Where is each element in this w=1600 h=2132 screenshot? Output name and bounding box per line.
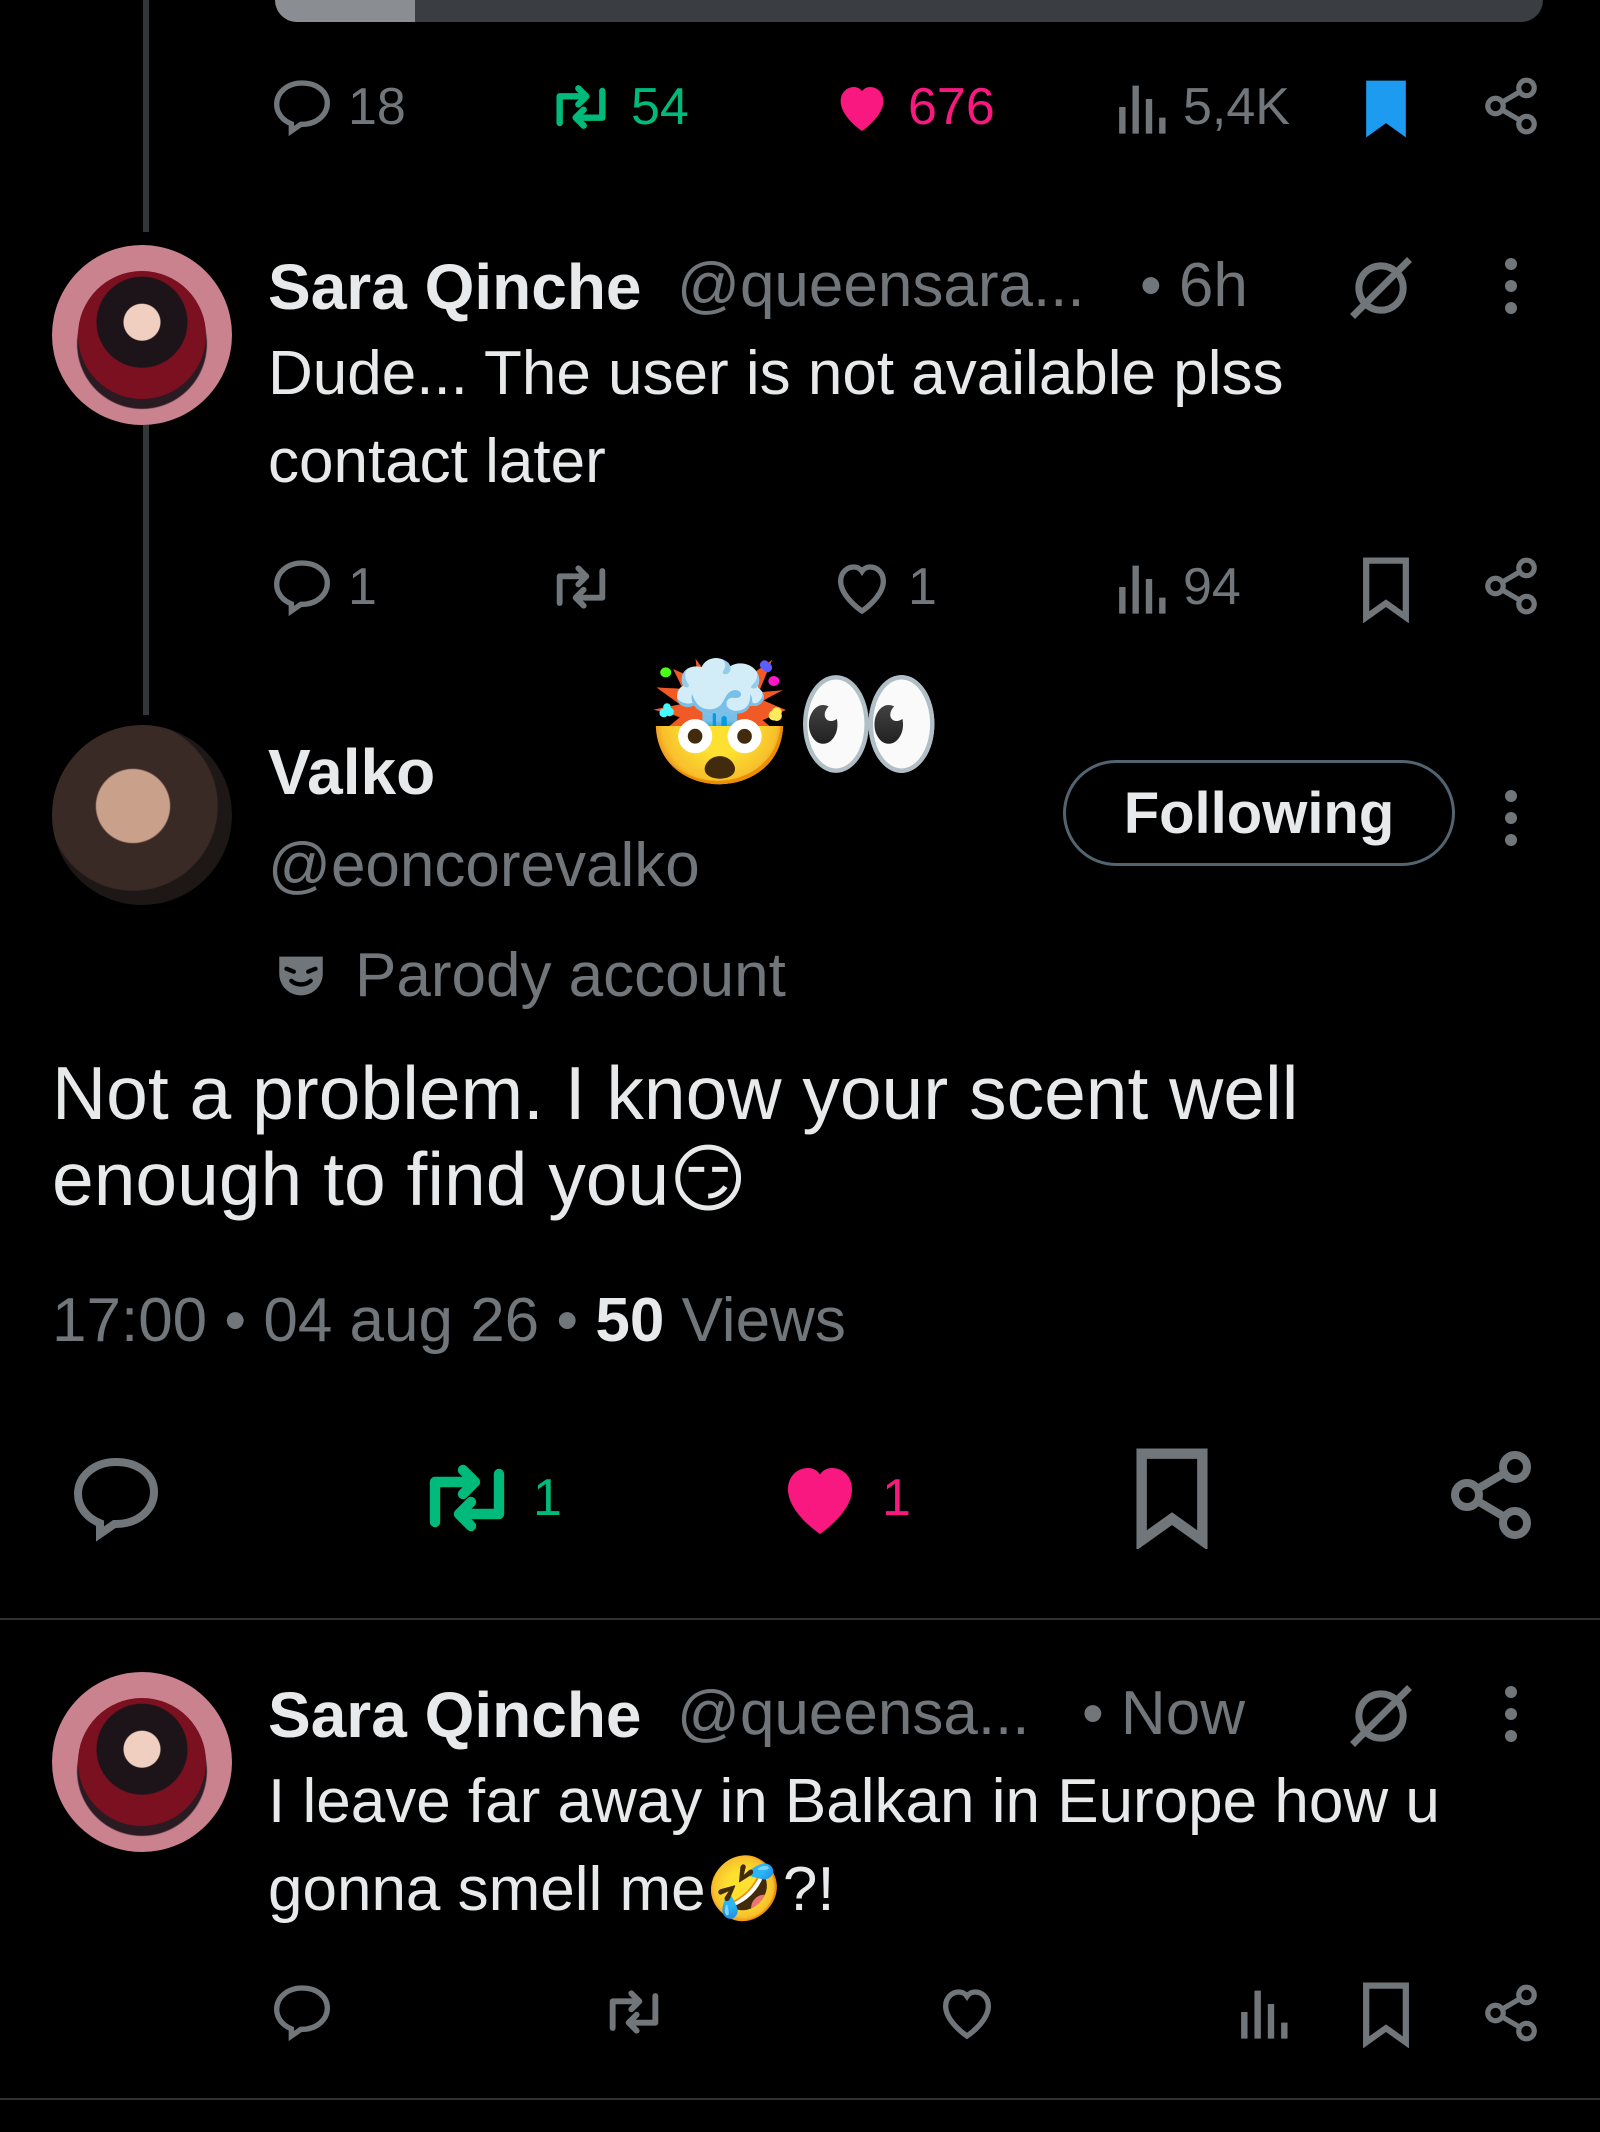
reply-action[interactable]: 18 bbox=[270, 75, 406, 139]
bookmark-icon bbox=[1363, 557, 1409, 623]
views-label: Views bbox=[681, 1286, 846, 1355]
separator-dot: • bbox=[224, 1286, 247, 1355]
repost-icon bbox=[556, 85, 606, 129]
avatar-image bbox=[78, 1698, 206, 1826]
share-action[interactable] bbox=[1480, 555, 1542, 617]
parody-mask-icon bbox=[279, 956, 323, 996]
reply-action[interactable] bbox=[270, 1980, 334, 2044]
repost-icon bbox=[609, 1990, 659, 2034]
views-action[interactable]: 5,4K bbox=[1113, 75, 1290, 139]
like-count: 676 bbox=[908, 78, 995, 136]
parody-badge: Parody account bbox=[355, 941, 786, 1010]
grok-icon[interactable] bbox=[1343, 250, 1419, 326]
post-text: Not a problem. I know your scent well en… bbox=[52, 1051, 1299, 1221]
sticker-emoji: 🤯👀 bbox=[645, 655, 944, 794]
timestamp[interactable]: • 6h bbox=[1140, 250, 1248, 321]
repost-count: 1 bbox=[533, 1469, 562, 1527]
bookmark-filled-icon bbox=[1366, 80, 1406, 138]
repost-icon bbox=[429, 1464, 505, 1532]
avatar-image bbox=[78, 271, 206, 399]
avatar[interactable] bbox=[52, 1672, 232, 1852]
handle[interactable]: @queensara... bbox=[677, 250, 1085, 321]
share-icon bbox=[1451, 1451, 1531, 1539]
separator-dot: • bbox=[556, 1286, 579, 1355]
share-action[interactable] bbox=[1480, 1982, 1542, 2044]
views-action[interactable] bbox=[1235, 1980, 1291, 2044]
avatar[interactable] bbox=[52, 245, 232, 425]
share-action[interactable] bbox=[1480, 75, 1542, 137]
reply-icon bbox=[273, 80, 331, 137]
repost-action[interactable]: 54 bbox=[545, 75, 689, 139]
repost-icon bbox=[556, 565, 606, 609]
bookmark-icon bbox=[1363, 1982, 1409, 2048]
reply-icon bbox=[273, 1985, 331, 2042]
repost-action[interactable] bbox=[598, 1980, 670, 2044]
like-count: 1 bbox=[882, 1469, 911, 1527]
bookmark-action[interactable] bbox=[1132, 1445, 1212, 1549]
reply-text: Dude... The user is not available plss c… bbox=[268, 339, 1284, 496]
views-icon bbox=[1119, 85, 1166, 134]
reply-text: I leave far away in Balkan in Europe how… bbox=[268, 1767, 1440, 1924]
timestamp[interactable]: • Now bbox=[1082, 1678, 1245, 1749]
reply-icon bbox=[73, 1457, 159, 1542]
avatar[interactable] bbox=[52, 725, 232, 905]
heart-icon bbox=[942, 1989, 992, 2040]
divider bbox=[0, 1618, 1600, 1620]
divider bbox=[0, 2098, 1600, 2100]
handle[interactable]: @queensa... bbox=[677, 1678, 1030, 1749]
post-timestamp-row: 17:00 • 04 aug 26 • 50 Views bbox=[52, 1285, 846, 1356]
reply-action[interactable]: 1 bbox=[270, 555, 377, 619]
more-options-icon[interactable] bbox=[1505, 1686, 1519, 1752]
views-count: 94 bbox=[1183, 558, 1241, 616]
like-action[interactable] bbox=[935, 1980, 999, 2044]
thread-line bbox=[143, 415, 149, 715]
heart-icon bbox=[837, 564, 887, 615]
post-date[interactable]: 04 aug 26 bbox=[263, 1286, 539, 1355]
thread-line bbox=[143, 0, 149, 232]
share-icon bbox=[1485, 1984, 1537, 2042]
like-action[interactable]: 1 bbox=[772, 1450, 911, 1546]
more-options-icon[interactable] bbox=[1505, 790, 1519, 856]
repost-action[interactable] bbox=[545, 555, 617, 619]
media-preview-edge[interactable] bbox=[275, 0, 1543, 22]
more-options-icon[interactable] bbox=[1505, 258, 1519, 324]
handle[interactable]: @eoncorevalko bbox=[268, 830, 700, 901]
bookmark-action[interactable] bbox=[1360, 1980, 1412, 2048]
post-time[interactable]: 17:00 bbox=[52, 1286, 207, 1355]
views-action[interactable]: 94 bbox=[1113, 555, 1241, 619]
like-action[interactable]: 676 bbox=[830, 75, 995, 139]
bookmark-action[interactable] bbox=[1360, 75, 1412, 143]
heart-filled-icon bbox=[840, 87, 884, 131]
heart-filled-icon bbox=[788, 1468, 852, 1534]
display-name[interactable]: Sara Qinche bbox=[268, 250, 642, 324]
reply-count: 1 bbox=[348, 558, 377, 616]
repost-count: 54 bbox=[631, 78, 689, 136]
reply-action[interactable] bbox=[68, 1450, 164, 1546]
grok-icon[interactable] bbox=[1343, 1678, 1419, 1754]
following-button[interactable]: Following bbox=[1063, 760, 1455, 866]
reply-icon bbox=[273, 560, 331, 617]
views-icon bbox=[1241, 1990, 1288, 2039]
bookmark-icon bbox=[1136, 1448, 1208, 1549]
like-action[interactable]: 1 bbox=[830, 555, 937, 619]
display-name[interactable]: Sara Qinche bbox=[268, 1678, 642, 1752]
share-icon bbox=[1485, 557, 1537, 615]
views-count: 50 bbox=[595, 1286, 665, 1355]
bookmark-action[interactable] bbox=[1360, 555, 1412, 623]
views-count: 5,4K bbox=[1183, 78, 1290, 136]
share-icon bbox=[1485, 77, 1537, 135]
reply-count: 18 bbox=[348, 78, 406, 136]
display-name[interactable]: Valko bbox=[268, 735, 435, 809]
like-count: 1 bbox=[908, 558, 937, 616]
views-icon bbox=[1119, 565, 1166, 614]
repost-action[interactable]: 1 bbox=[415, 1450, 562, 1546]
share-action[interactable] bbox=[1443, 1447, 1539, 1543]
